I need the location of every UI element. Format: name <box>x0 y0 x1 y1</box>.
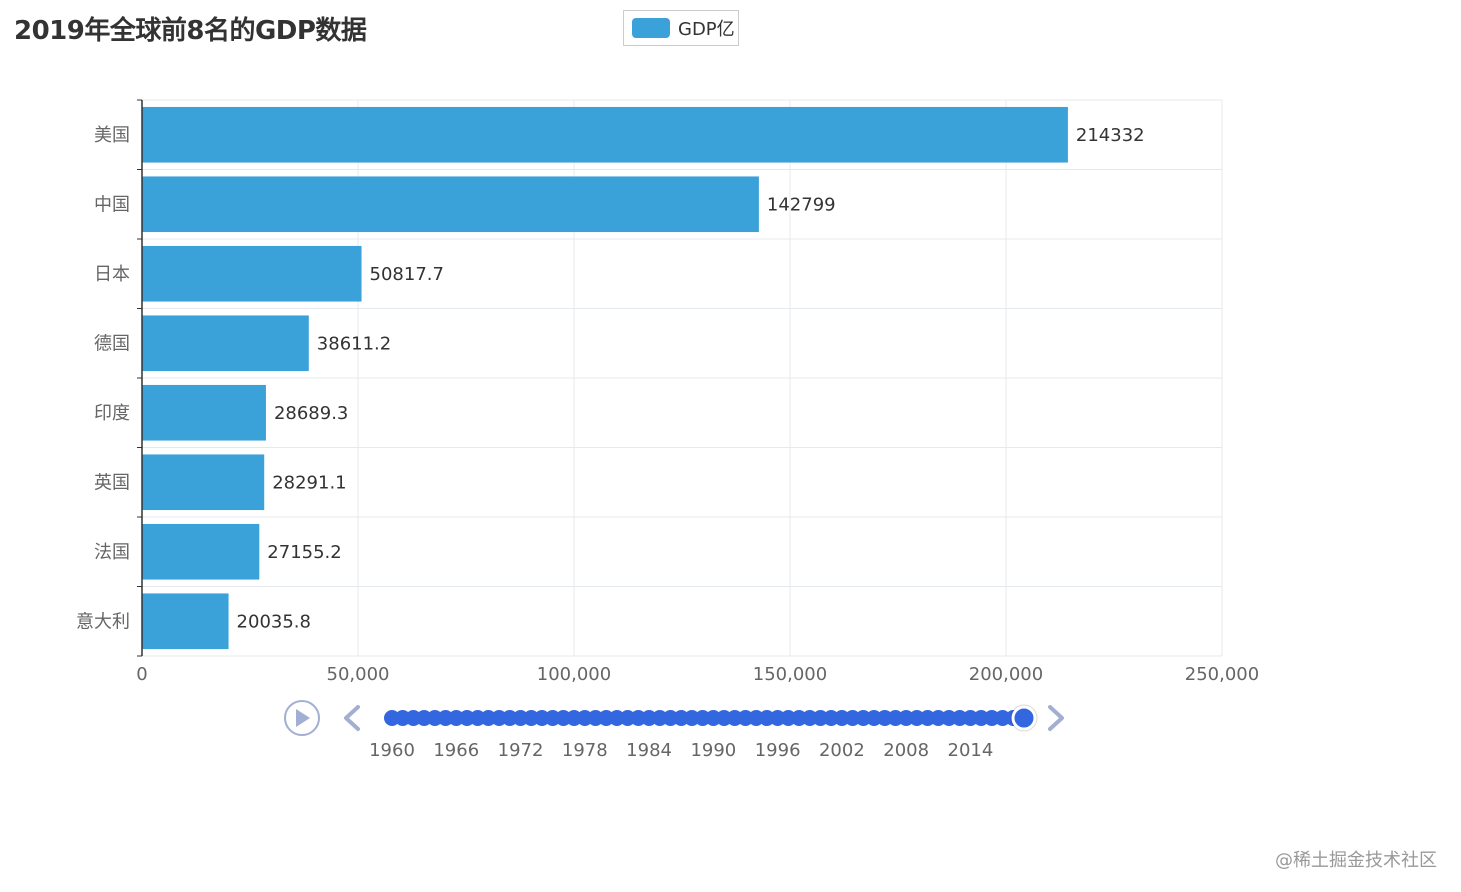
chevron-right-icon[interactable] <box>1048 705 1064 731</box>
bar <box>142 106 1068 163</box>
y-tick-label: 英国 <box>94 472 130 493</box>
bar <box>142 593 229 650</box>
y-tick-label: 德国 <box>94 333 130 354</box>
y-tick-label: 法国 <box>94 542 130 563</box>
watermark: @稀土掘金技术社区 <box>1275 850 1437 871</box>
bar <box>142 315 309 372</box>
y-tick-label: 意大利 <box>76 611 130 632</box>
timeline-handle[interactable] <box>1011 705 1037 731</box>
y-tick-label: 日本 <box>94 264 130 285</box>
timeline-label: 2002 <box>819 740 865 761</box>
bar <box>142 384 266 441</box>
play-icon[interactable] <box>284 700 320 736</box>
bar <box>142 523 260 580</box>
data-label: 20035.8 <box>237 611 311 632</box>
timeline-label: 1960 <box>369 740 415 761</box>
x-tick-label: 250,000 <box>1185 664 1259 685</box>
timeline-label: 1972 <box>498 740 544 761</box>
data-label: 38611.2 <box>317 333 391 354</box>
timeline-label: 1978 <box>562 740 608 761</box>
bar <box>142 176 759 233</box>
data-label: 28291.1 <box>272 472 346 493</box>
x-tick-label: 150,000 <box>753 664 827 685</box>
timeline-label: 1984 <box>626 740 672 761</box>
y-tick-label: 美国 <box>94 125 130 146</box>
x-tick-label: 0 <box>136 664 147 685</box>
x-tick-label: 200,000 <box>969 664 1043 685</box>
data-label: 50817.7 <box>370 264 444 285</box>
timeline-label: 2014 <box>948 740 994 761</box>
y-tick-label: 中国 <box>94 194 130 215</box>
bar-chart: 214332 美国 142799 中国 50817.7 日本 38611.2 德国 28689.… <box>76 99 1259 685</box>
chart-container: 2019年全球前8名的GDP数据 GDP亿 214332 美国 142799 中国 50… <box>0 0 1461 892</box>
timeline-label: 1990 <box>690 740 736 761</box>
data-label: 142799 <box>767 194 836 215</box>
x-tick-label: 50,000 <box>327 664 390 685</box>
timeline-label: 1996 <box>755 740 801 761</box>
data-label: 27155.2 <box>267 542 341 563</box>
data-label: 214332 <box>1076 125 1145 146</box>
y-tick-label: 印度 <box>94 403 130 424</box>
bar <box>142 245 362 302</box>
bar <box>142 454 265 511</box>
data-label: 28689.3 <box>274 403 348 424</box>
chevron-left-icon[interactable] <box>344 705 360 731</box>
x-tick-label: 100,000 <box>537 664 611 685</box>
timeline-label: 2008 <box>883 740 929 761</box>
timeline-label: 1966 <box>433 740 479 761</box>
